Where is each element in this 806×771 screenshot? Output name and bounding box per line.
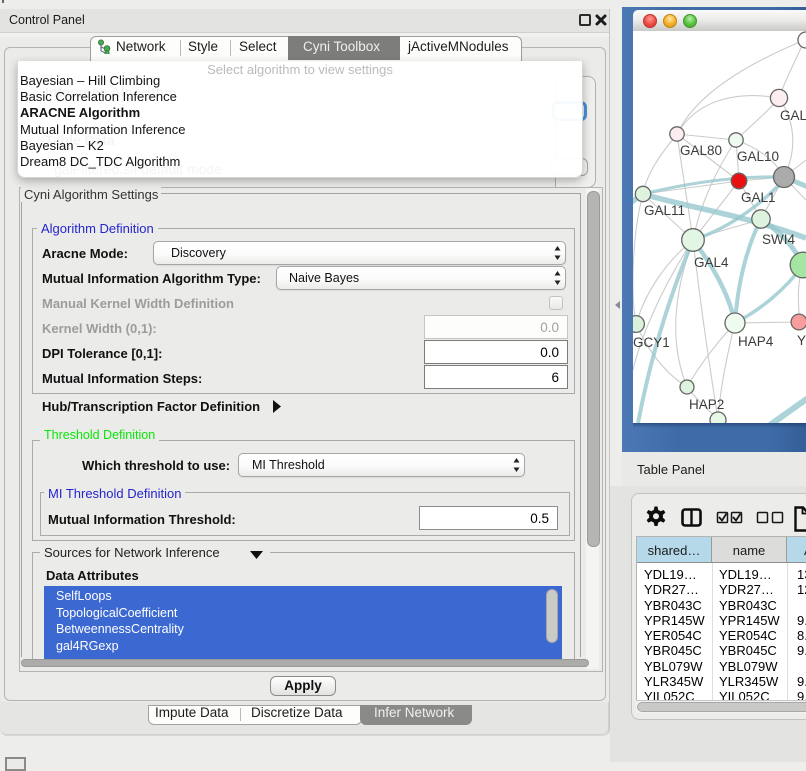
svg-text:YM: YM: [797, 333, 806, 348]
svg-text:GAL80: GAL80: [680, 143, 722, 158]
svg-text:HAP4: HAP4: [738, 334, 774, 349]
svg-text:SWI4: SWI4: [762, 232, 795, 247]
svg-text:HAP2: HAP2: [689, 397, 724, 412]
svg-text:GAL7: GAL7: [780, 108, 806, 123]
svg-text:GAL1: GAL1: [741, 190, 776, 205]
svg-text:GAL10: GAL10: [737, 149, 779, 164]
svg-text:GAL11: GAL11: [644, 203, 685, 218]
svg-text:GCY1: GCY1: [633, 335, 670, 350]
svg-text:GAL4: GAL4: [694, 255, 729, 270]
